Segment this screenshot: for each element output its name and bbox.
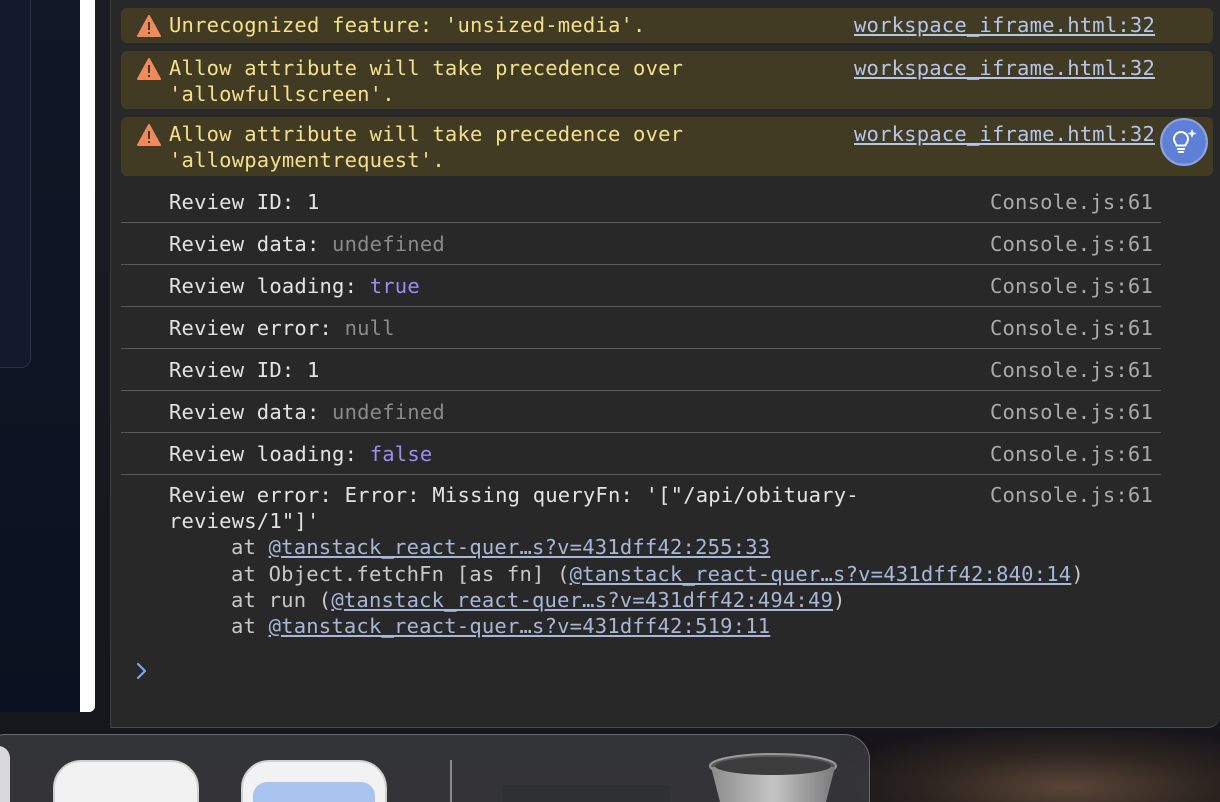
log-label: Review error: (169, 316, 345, 340)
stack-frame-prefix: at Object.fetchFn [as fn] ( (231, 562, 570, 586)
log-message: Review ID: 1 (169, 189, 320, 215)
background-app-window (0, 0, 95, 712)
stack-frame: at @tanstack_react-quer…s?v=431dff42:255… (231, 534, 770, 560)
log-value: 1 (306, 358, 320, 382)
log-label: Review ID: (169, 190, 307, 214)
error-message-line1: Review error: Error: Missing queryFn: '[… (169, 483, 859, 507)
stack-frame: at Object.fetchFn [as fn] (@tanstack_rea… (231, 561, 1084, 587)
warning-message-line1: Allow attribute will take precedence ove… (169, 56, 684, 80)
log-label: Review ID: (169, 358, 307, 382)
warning-triangle-icon (137, 58, 161, 80)
stack-frame-link[interactable]: @tanstack_react-quer…s?v=431dff42:494:49 (331, 588, 833, 612)
console-warning: Allow attribute will take precedence ove… (121, 51, 1213, 109)
desktop-wallpaper (840, 730, 1220, 802)
console-log-row: Review data: undefined Console.js:61 (121, 391, 1161, 433)
ai-button-face (1162, 120, 1206, 164)
dock-app-icon[interactable] (53, 760, 199, 802)
warning-message-line1: Allow attribute will take precedence ove… (169, 122, 684, 146)
log-message: Review loading: true (169, 273, 420, 299)
stack-frame: at run (@tanstack_react-quer…s?v=431dff4… (231, 587, 846, 613)
dock-app-icon[interactable] (502, 785, 670, 802)
log-message: Review data: undefined (169, 399, 445, 425)
log-source-link[interactable]: Console.js:61 (990, 357, 1153, 383)
log-label: Review loading: (169, 274, 370, 298)
log-source-link[interactable]: Console.js:61 (990, 231, 1153, 257)
log-label: Review data: (169, 232, 333, 256)
log-value: false (369, 442, 433, 466)
console-warning: Unrecognized feature: 'unsized-media'. w… (121, 8, 1213, 43)
warning-message: Unrecognized feature: 'unsized-media'. (169, 13, 646, 37)
error-source-link[interactable]: Console.js:61 (990, 482, 1153, 508)
log-source-link[interactable]: Console.js:61 (990, 273, 1153, 299)
log-value: null (344, 316, 395, 340)
log-source-link[interactable]: Console.js:61 (990, 441, 1153, 467)
console-log-row: Review ID: 1 Console.js:61 (121, 349, 1161, 391)
log-value: 1 (306, 190, 320, 214)
stack-frame-link[interactable]: @tanstack_react-quer…s?v=431dff42:255:33 (269, 535, 771, 559)
console-log-row: Review error: null Console.js:61 (121, 307, 1161, 349)
dock-app-icon-glyph (253, 782, 375, 802)
trash-icon[interactable] (708, 752, 838, 802)
log-value: undefined (332, 400, 445, 424)
console-warning: Allow attribute will take precedence ove… (121, 117, 1213, 176)
warning-source-link[interactable]: workspace_iframe.html:32 (854, 55, 1155, 81)
console-log-row: Review loading: true Console.js:61 (121, 265, 1161, 307)
log-message: Review ID: 1 (169, 357, 320, 383)
log-source-link[interactable]: Console.js:61 (990, 189, 1153, 215)
lightbulb-sparkle-icon (1172, 129, 1197, 153)
log-source-link[interactable]: Console.js:61 (990, 315, 1153, 341)
log-label: Review loading: (169, 442, 370, 466)
warning-source-link[interactable]: workspace_iframe.html:32 (854, 12, 1155, 38)
dock-separator (450, 760, 452, 802)
console-log-row: Review ID: 1 Console.js:61 (121, 181, 1161, 223)
warning-triangle-icon (137, 15, 161, 37)
log-source-link[interactable]: Console.js:61 (990, 399, 1153, 425)
log-value: undefined (332, 232, 445, 256)
background-app-card (0, 0, 31, 368)
dock-app-icon[interactable] (0, 746, 10, 802)
warning-message-line2: 'allowpaymentrequest'. (169, 148, 445, 172)
stack-frame: at @tanstack_react-quer…s?v=431dff42:519… (231, 613, 770, 639)
dock-app-icon[interactable] (241, 760, 387, 802)
warning-message-line2: 'allowfullscreen'. (169, 82, 395, 106)
log-label: Review data: (169, 400, 333, 424)
warning-triangle-icon (137, 124, 161, 146)
stack-frame-link[interactable]: @tanstack_react-quer…s?v=431dff42:840:14 (570, 562, 1072, 586)
stack-frame-suffix: ) (833, 588, 846, 612)
ai-assistance-button[interactable] (1160, 118, 1208, 166)
background-app-panel (0, 0, 80, 712)
stack-frame-prefix: at (231, 535, 269, 559)
log-message: Review loading: false (169, 441, 432, 467)
console-error-log: Review error: Error: Missing queryFn: '[… (121, 475, 1213, 645)
warning-source-link[interactable]: workspace_iframe.html:32 (854, 121, 1155, 147)
stack-frame-prefix: at run ( (231, 588, 332, 612)
log-message: Review error: null (169, 315, 395, 341)
console-log-row: Review data: undefined Console.js:61 (121, 223, 1161, 265)
error-message-line2: reviews/1"]' (169, 509, 320, 533)
log-message: Review data: undefined (169, 231, 445, 257)
chevron-right-icon[interactable] (133, 658, 151, 684)
stack-frame-suffix: ) (1071, 562, 1084, 586)
devtools-console: Unrecognized feature: 'unsized-media'. w… (110, 0, 1220, 728)
console-log-row: Review loading: false Console.js:61 (121, 433, 1161, 475)
stack-frame-link[interactable]: @tanstack_react-quer…s?v=431dff42:519:11 (269, 614, 771, 638)
stack-frame-prefix: at (231, 614, 269, 638)
log-value: true (369, 274, 420, 298)
